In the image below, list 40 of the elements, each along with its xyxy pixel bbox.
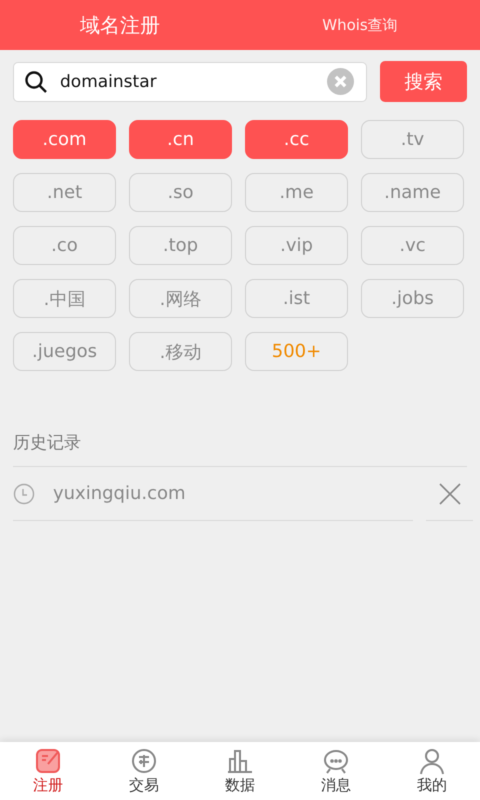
person-icon: [418, 747, 446, 775]
extension-chip[interactable]: .so: [129, 173, 232, 212]
extension-chip[interactable]: .jobs: [361, 279, 464, 318]
extension-chip[interactable]: .co: [13, 226, 116, 265]
history-title: 历史记录: [13, 431, 467, 467]
close-icon: [438, 482, 460, 504]
extension-chip[interactable]: .top: [129, 226, 232, 265]
bar-chart-icon: [226, 747, 254, 775]
header-tab[interactable]: 域名注册: [0, 12, 240, 38]
extension-chip[interactable]: .tv: [361, 120, 464, 159]
nav-tab[interactable]: 交易: [96, 742, 192, 800]
edit-icon: [34, 747, 62, 775]
search-input[interactable]: domainstar: [60, 72, 315, 92]
extension-chip[interactable]: .cc: [245, 120, 348, 159]
search-button[interactable]: 搜索: [380, 61, 467, 102]
extension-chip[interactable]: .vc: [361, 226, 464, 265]
extension-chip[interactable]: .ist: [245, 279, 348, 318]
header-tab[interactable]: Whois查询: [240, 16, 480, 34]
nav-tab[interactable]: 我的: [384, 742, 480, 800]
extension-chip[interactable]: .juegos: [13, 332, 116, 371]
extension-chip[interactable]: .name: [361, 173, 464, 212]
clock-icon: [13, 482, 35, 504]
extension-chip[interactable]: .me: [245, 173, 348, 212]
extension-chip[interactable]: .中国: [13, 279, 116, 318]
clear-icon[interactable]: [327, 68, 354, 95]
nav-tab[interactable]: 数据: [192, 742, 288, 800]
search-icon: [24, 70, 48, 94]
extension-chip[interactable]: .cn: [129, 120, 232, 159]
nav-tab[interactable]: 注册: [0, 742, 96, 800]
extension-chip[interactable]: .vip: [245, 226, 348, 265]
more-button[interactable]: 500+: [245, 332, 348, 371]
coin-icon: [130, 747, 158, 775]
extension-chip[interactable]: .网络: [129, 279, 232, 318]
extension-chip[interactable]: .移动: [129, 332, 232, 371]
extension-chip[interactable]: .com: [13, 120, 116, 159]
extension-chip[interactable]: .net: [13, 173, 116, 212]
nav-tab[interactable]: 消息: [288, 742, 384, 800]
chat-icon: [322, 747, 350, 775]
history-item[interactable]: yuxingqiu.com: [53, 483, 186, 504]
search-field[interactable]: domainstar: [13, 62, 367, 102]
